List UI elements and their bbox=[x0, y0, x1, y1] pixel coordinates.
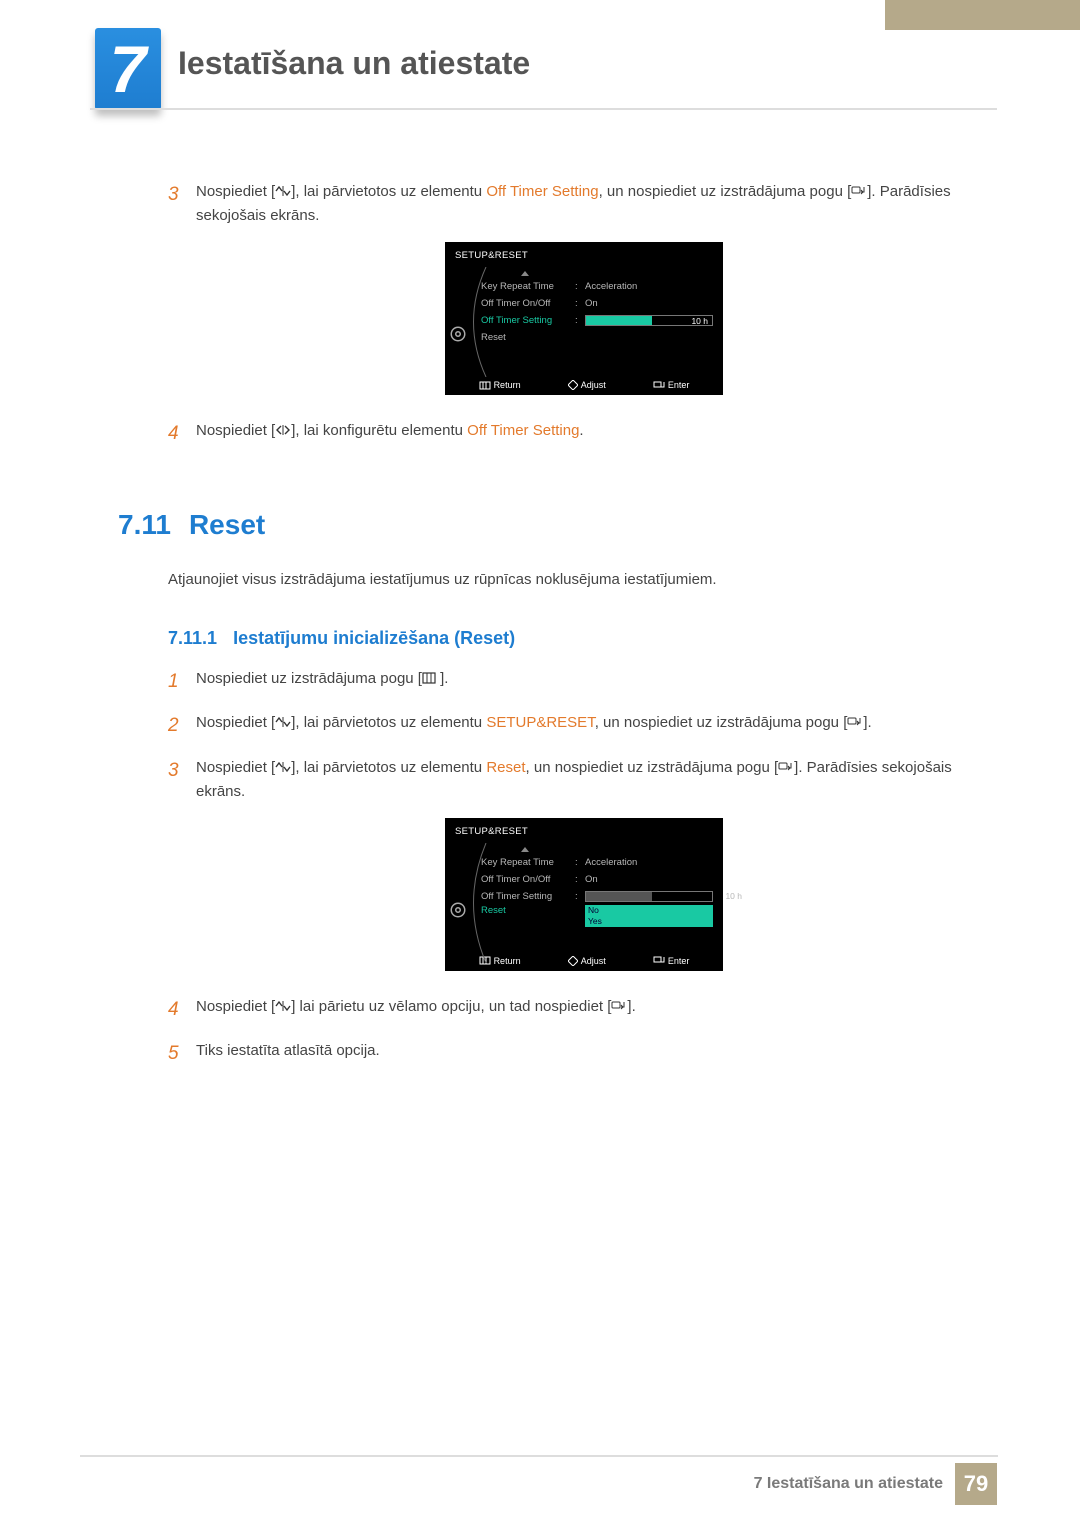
page-header: 7 Iestatīšana un atiestate bbox=[0, 0, 1080, 120]
osd-adjust-hint: Adjust bbox=[568, 956, 606, 966]
step-text: Tiks iestatīta atlasītā opcija. bbox=[196, 1039, 1000, 1069]
step-text: Nospiediet [], lai konfigurētu elementu … bbox=[196, 419, 1000, 449]
link-setup-reset: SETUP&RESET bbox=[486, 714, 594, 731]
step-text: Nospiediet [], lai pārvietotos uz elemen… bbox=[196, 711, 1000, 741]
osd-slider: 10 h bbox=[585, 315, 713, 326]
osd-arc-decoration bbox=[461, 267, 487, 377]
link-off-timer-setting: Off Timer Setting bbox=[467, 422, 579, 439]
footer-rule bbox=[80, 1455, 998, 1457]
chapter-number-badge: 7 bbox=[95, 28, 161, 110]
updown-icon bbox=[275, 184, 291, 198]
step-number: 3 bbox=[168, 180, 196, 228]
osd-row-off-timer-setting: Off Timer Setting: 10 h bbox=[481, 312, 713, 329]
subsection-title: Iestatījumu inicializēšana (Reset) bbox=[233, 628, 515, 649]
osd-footer: Return Adjust Enter bbox=[445, 377, 723, 395]
step-4: 4 Nospiediet [] lai pārietu uz vēlamo op… bbox=[168, 995, 1000, 1025]
osd-enter-hint: Enter bbox=[653, 380, 690, 390]
leftright-icon bbox=[275, 423, 291, 437]
step-text: Nospiediet uz izstrādājuma pogu [ ]. bbox=[196, 667, 1000, 697]
subsection-number: 7.11.1 bbox=[168, 628, 217, 649]
top-corner-stripe bbox=[885, 0, 1080, 30]
osd-row-off-timer-setting: Off Timer Setting: 10 h bbox=[481, 888, 713, 905]
osd-row-off-timer-onoff: Off Timer On/Off:On bbox=[481, 295, 713, 312]
step-3: 3 Nospiediet [], lai pārvietotos uz elem… bbox=[168, 756, 1000, 804]
osd-row-reset: Reset No Yes bbox=[481, 905, 713, 927]
gear-icon bbox=[449, 901, 467, 919]
osd-adjust-hint: Adjust bbox=[568, 380, 606, 390]
page-footer: 7 Iestatīšana un atiestate 79 bbox=[0, 1463, 997, 1505]
step-number: 4 bbox=[168, 419, 196, 449]
step-text: Nospiediet [], lai pārvietotos uz elemen… bbox=[196, 180, 1000, 228]
menu-icon bbox=[422, 671, 436, 685]
subsection-heading: 7.11.1 Iestatījumu inicializēšana (Reset… bbox=[168, 628, 1000, 649]
step-number: 4 bbox=[168, 995, 196, 1025]
header-rule bbox=[90, 108, 997, 110]
osd-scroll-up-icon bbox=[521, 271, 529, 276]
link-reset: Reset bbox=[486, 759, 525, 776]
osd-row-reset: Reset bbox=[481, 329, 713, 346]
section-title: Reset bbox=[189, 509, 265, 541]
step-4-top: 4 Nospiediet [], lai konfigurētu element… bbox=[168, 419, 1000, 449]
enter-icon bbox=[778, 760, 794, 774]
footer-page-number: 79 bbox=[955, 1463, 997, 1505]
enter-icon bbox=[847, 715, 863, 729]
footer-chapter-label: 7 Iestatīšana un atiestate bbox=[754, 1475, 943, 1493]
step-number: 2 bbox=[168, 711, 196, 741]
updown-icon bbox=[275, 999, 291, 1013]
page-content: 3 Nospiediet [], lai pārvietotos uz elem… bbox=[0, 180, 1080, 1069]
step-number: 5 bbox=[168, 1039, 196, 1069]
updown-icon bbox=[275, 760, 291, 774]
osd-title: SETUP&RESET bbox=[445, 822, 723, 843]
enter-icon bbox=[611, 999, 627, 1013]
updown-icon bbox=[275, 715, 291, 729]
osd-row-off-timer-onoff: Off Timer On/Off:On bbox=[481, 871, 713, 888]
osd-screenshot-1: SETUP&RESET Key Repeat Time:Acceleration… bbox=[445, 242, 723, 395]
step-text: Nospiediet [] lai pārietu uz vēlamo opci… bbox=[196, 995, 1000, 1025]
step-3-top: 3 Nospiediet [], lai pārvietotos uz elem… bbox=[168, 180, 1000, 228]
step-5: 5 Tiks iestatīta atlasītā opcija. bbox=[168, 1039, 1000, 1069]
section-description: Atjaunojiet visus izstrādājuma iestatīju… bbox=[168, 569, 1000, 592]
osd-row-key-repeat: Key Repeat Time:Acceleration bbox=[481, 278, 713, 295]
step-number: 1 bbox=[168, 667, 196, 697]
osd-title: SETUP&RESET bbox=[445, 246, 723, 267]
step-number: 3 bbox=[168, 756, 196, 804]
chapter-title: Iestatīšana un atiestate bbox=[178, 45, 530, 82]
osd-screenshot-2: SETUP&RESET Key Repeat Time:Acceleration… bbox=[445, 818, 723, 971]
section-heading: 7.11 Reset bbox=[118, 509, 1000, 541]
section-number: 7.11 bbox=[118, 509, 171, 541]
osd-return-hint: Return bbox=[479, 380, 521, 390]
link-off-timer-setting: Off Timer Setting bbox=[486, 183, 598, 200]
gear-icon bbox=[449, 325, 467, 343]
step-1: 1 Nospiediet uz izstrādājuma pogu [ ]. bbox=[168, 667, 1000, 697]
osd-row-key-repeat: Key Repeat Time:Acceleration bbox=[481, 854, 713, 871]
osd-slider: 10 h bbox=[585, 891, 713, 902]
osd-reset-options: No Yes bbox=[585, 905, 713, 927]
enter-icon bbox=[851, 184, 867, 198]
step-2: 2 Nospiediet [], lai pārvietotos uz elem… bbox=[168, 711, 1000, 741]
step-text: Nospiediet [], lai pārvietotos uz elemen… bbox=[196, 756, 1000, 804]
osd-scroll-up-icon bbox=[521, 847, 529, 852]
osd-enter-hint: Enter bbox=[653, 956, 690, 966]
